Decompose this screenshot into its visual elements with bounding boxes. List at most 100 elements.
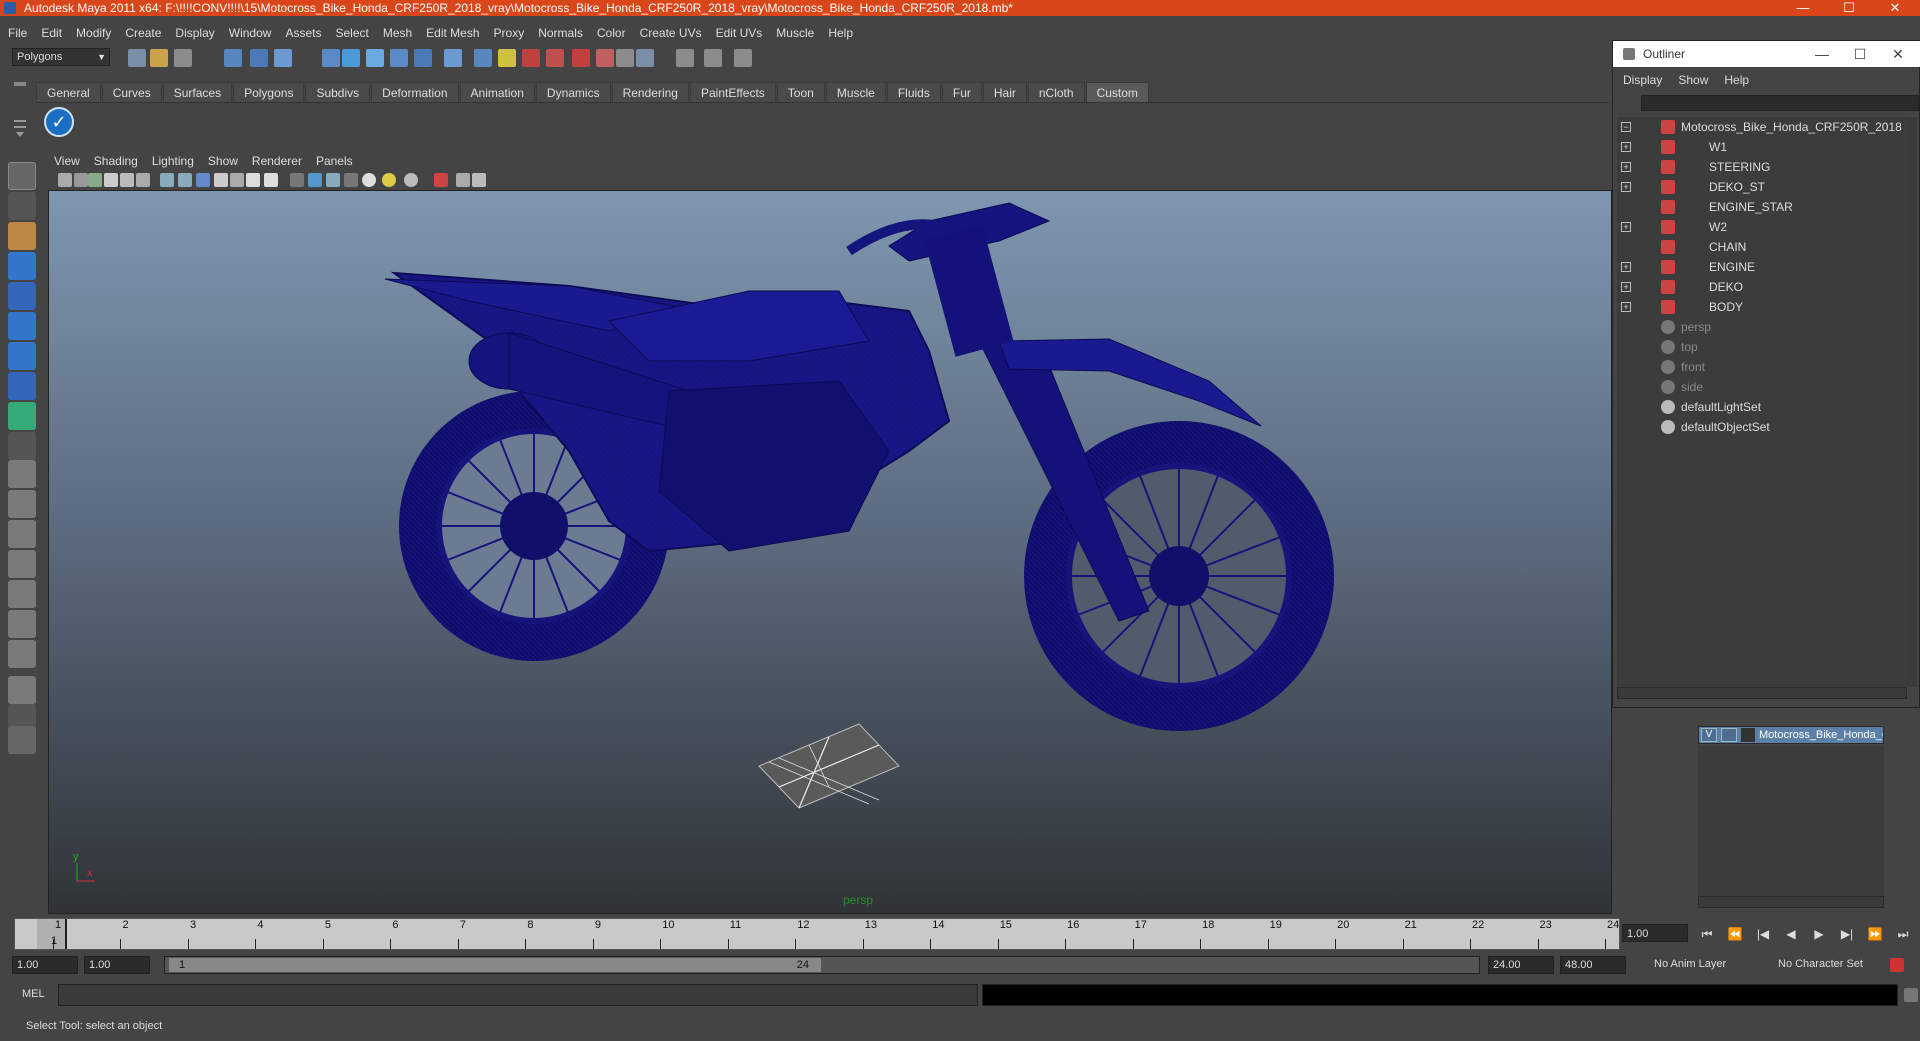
shelf-tab-muscle[interactable]: Muscle	[825, 82, 886, 102]
range-slider[interactable]: 1 24	[164, 956, 1480, 974]
scale-tool-icon[interactable]	[8, 312, 36, 340]
move-tool-icon[interactable]	[8, 252, 36, 280]
universal-manipulator-icon[interactable]	[8, 342, 36, 370]
character-set-dropdown[interactable]: No Character Set	[1774, 956, 1886, 974]
time-slider[interactable]: 1 1 2 3 4 5 6 7 8 9 10 11 12 13 14 15 16 17 18 19 20 21 22 23 2…	[14, 918, 1620, 950]
outliner-item-body[interactable]: + BODY	[1617, 297, 1907, 317]
status-line-tool-icon[interactable]	[274, 49, 292, 67]
animation-end-field[interactable]: 48.00	[1560, 956, 1626, 974]
last-tool-icon[interactable]	[8, 432, 36, 460]
status-line-tool-icon[interactable]	[498, 49, 516, 67]
menu-display[interactable]: Display	[175, 24, 214, 42]
menu-set-dropdown[interactable]: Polygons ▼	[12, 48, 110, 66]
outliner-item-chain[interactable]: CHAIN	[1617, 237, 1907, 257]
status-line-tool-icon[interactable]	[734, 49, 752, 67]
shelf-tab-subdivs[interactable]: Subdivs	[305, 82, 371, 102]
panel-toolbar-icon[interactable]	[120, 173, 134, 187]
menu-create-uvs[interactable]: Create UVs	[640, 24, 702, 42]
panel-menu-panels[interactable]: Panels	[316, 152, 353, 170]
panel-menu-show[interactable]: Show	[208, 152, 238, 170]
panel-toolbar-icon[interactable]	[362, 173, 376, 187]
panel-toolbar-icon[interactable]	[264, 173, 278, 187]
step-back-key-button[interactable]: ⏪	[1724, 924, 1746, 944]
menu-muscle[interactable]: Muscle	[776, 24, 814, 42]
panel-toolbar-icon[interactable]	[290, 173, 304, 187]
current-frame-field[interactable]: 1.00	[1622, 924, 1688, 942]
status-line-tool-icon[interactable]	[522, 49, 540, 67]
command-input[interactable]	[58, 984, 978, 1006]
panel-toolbar-icon[interactable]	[230, 173, 244, 187]
shelf-tab-hair[interactable]: Hair	[982, 82, 1027, 102]
panel-toolbar-icon[interactable]	[136, 173, 150, 187]
panel-toolbar-icon[interactable]	[382, 173, 396, 187]
command-language-label[interactable]: MEL	[22, 988, 45, 1000]
outliner-item-motocross-bike-honda-crf250r-2018[interactable]: − Motocross_Bike_Honda_CRF250R_2018	[1617, 117, 1907, 137]
status-line-tool-icon[interactable]	[174, 49, 192, 67]
outliner-item-side[interactable]: side	[1617, 377, 1907, 397]
expand-icon[interactable]: +	[1621, 162, 1631, 172]
select-tool-icon[interactable]	[8, 162, 36, 190]
perspective-viewport[interactable]: persp y x	[48, 190, 1612, 914]
panel-menu-view[interactable]: View	[54, 152, 80, 170]
ik-tool-icon[interactable]	[8, 726, 36, 754]
persp-graph-layout-icon[interactable]	[8, 610, 36, 638]
playback-end-field[interactable]: 24.00	[1488, 956, 1554, 974]
graph-layout-icon[interactable]	[8, 550, 36, 578]
status-line-tool-icon[interactable]	[474, 49, 492, 67]
current-time-indicator[interactable]: 1	[37, 919, 67, 949]
panel-toolbar-icon[interactable]	[404, 173, 418, 187]
status-line-tool-icon[interactable]	[366, 49, 384, 67]
panel-toolbar-icon[interactable]	[178, 173, 192, 187]
status-line-tool-icon[interactable]	[390, 49, 408, 67]
outliner-item-engine[interactable]: + ENGINE	[1617, 257, 1907, 277]
shelf-options[interactable]	[10, 80, 30, 140]
menu-edit-uvs[interactable]: Edit UVs	[716, 24, 763, 42]
custom-layout-icon[interactable]	[8, 676, 36, 704]
shelf-tab-fur[interactable]: Fur	[941, 82, 982, 102]
shelf-tab-toon[interactable]: Toon	[776, 82, 825, 102]
step-forward-key-button[interactable]: ⏩	[1864, 924, 1886, 944]
playback-start-field[interactable]: 1.00	[84, 956, 150, 974]
lasso-tool-icon[interactable]	[8, 192, 36, 220]
shelf-tab-deformation[interactable]: Deformation	[371, 82, 459, 102]
animation-start-field[interactable]: 1.00	[12, 956, 78, 974]
close-button[interactable]: ✕	[1872, 0, 1918, 16]
display-layer-row[interactable]: V Motocross_Bike_Honda_C	[1698, 726, 1884, 744]
minimize-button[interactable]: —	[1780, 0, 1826, 16]
shelf-tab-custom[interactable]: Custom	[1085, 82, 1149, 102]
status-line-tool-icon[interactable]	[572, 49, 590, 67]
range-slider-handle[interactable]: 1 24	[169, 958, 821, 972]
panel-toolbar-icon[interactable]	[214, 173, 228, 187]
status-line-tool-icon[interactable]	[128, 49, 146, 67]
step-forward-frame-button[interactable]: ▶|	[1836, 924, 1858, 944]
paint-select-tool-icon[interactable]	[8, 222, 36, 250]
outliner-menu-display[interactable]: Display	[1623, 71, 1662, 89]
panel-toolbar-icon[interactable]	[246, 173, 260, 187]
status-line-tool-icon[interactable]	[616, 49, 634, 67]
outliner-item-defaultobjectset[interactable]: defaultObjectSet	[1617, 417, 1907, 437]
go-to-end-button[interactable]: ⏭	[1892, 924, 1914, 944]
menu-file[interactable]: File	[8, 24, 27, 42]
script-editor-icon[interactable]	[1904, 988, 1918, 1002]
custom-shelf-check-icon[interactable]: ✓	[44, 107, 74, 137]
outliner-list[interactable]: − Motocross_Bike_Honda_CRF250R_2018 + W1 + ST…	[1617, 117, 1907, 687]
shelf-tab-painteffects[interactable]: PaintEffects	[689, 82, 776, 102]
play-forwards-button[interactable]: ▶	[1808, 924, 1830, 944]
shelf-tab-ncloth[interactable]: nCloth	[1027, 82, 1085, 102]
shelf-tab-general[interactable]: General	[36, 82, 101, 102]
panel-menu-shading[interactable]: Shading	[94, 152, 138, 170]
outliner-item-top[interactable]: top	[1617, 337, 1907, 357]
expand-icon[interactable]: +	[1621, 142, 1631, 152]
render-layout-icon[interactable]	[8, 640, 36, 668]
status-line-tool-icon[interactable]	[414, 49, 432, 67]
soft-mod-tool-icon[interactable]	[8, 372, 36, 400]
layer-visibility-toggle[interactable]: V	[1701, 728, 1717, 742]
outliner-item-steering[interactable]: + STEERING	[1617, 157, 1907, 177]
panel-toolbar-icon[interactable]	[308, 173, 322, 187]
panel-toolbar-icon[interactable]	[344, 173, 358, 187]
outliner-maximize-button[interactable]: ☐	[1841, 41, 1879, 67]
step-back-frame-button[interactable]: |◀	[1752, 924, 1774, 944]
status-line-tool-icon[interactable]	[250, 49, 268, 67]
layer-scrollbar[interactable]	[1698, 896, 1884, 908]
shelf-tab-surfaces[interactable]: Surfaces	[162, 82, 233, 102]
